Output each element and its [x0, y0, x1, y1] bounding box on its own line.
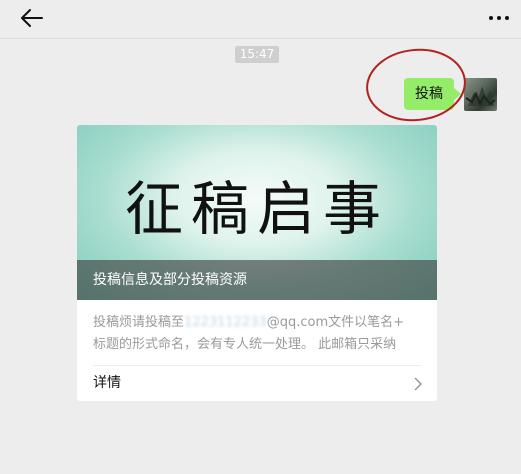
redacted-number: 1223112233: [184, 315, 267, 330]
card-cover-image: 征稿启事 投稿信息及部分投稿资源: [77, 125, 437, 300]
chevron-right-icon: [414, 377, 423, 391]
article-card[interactable]: 征稿启事 投稿信息及部分投稿资源 投稿烦请投稿至1223112233@qq.co…: [77, 125, 437, 401]
desc-suffix: @qq.com文件以笔名+: [266, 315, 405, 330]
more-dots-icon[interactable]: [487, 12, 511, 24]
highlight-annotation-circle: [366, 48, 466, 122]
user-avatar[interactable]: [464, 78, 497, 111]
desc-line2: 标题的形式命名，会有专人统一处理。 此邮箱只采纳: [93, 337, 397, 352]
top-bar: [0, 0, 521, 39]
caption-bar: 投稿信息及部分投稿资源: [77, 260, 437, 300]
message-timestamp: 15:47: [235, 46, 279, 63]
card-caption: 投稿信息及部分投稿资源: [93, 272, 247, 288]
card-description: 投稿烦请投稿至1223112233@qq.com文件以笔名+ 标题的形式命名，会…: [93, 312, 425, 356]
desc-prefix: 投稿烦请投稿至: [93, 315, 185, 330]
details-label: 详情: [93, 375, 121, 391]
banner-title: 征稿启事: [124, 175, 389, 243]
details-row[interactable]: 详情: [77, 366, 437, 401]
back-arrow-icon[interactable]: [18, 6, 46, 30]
